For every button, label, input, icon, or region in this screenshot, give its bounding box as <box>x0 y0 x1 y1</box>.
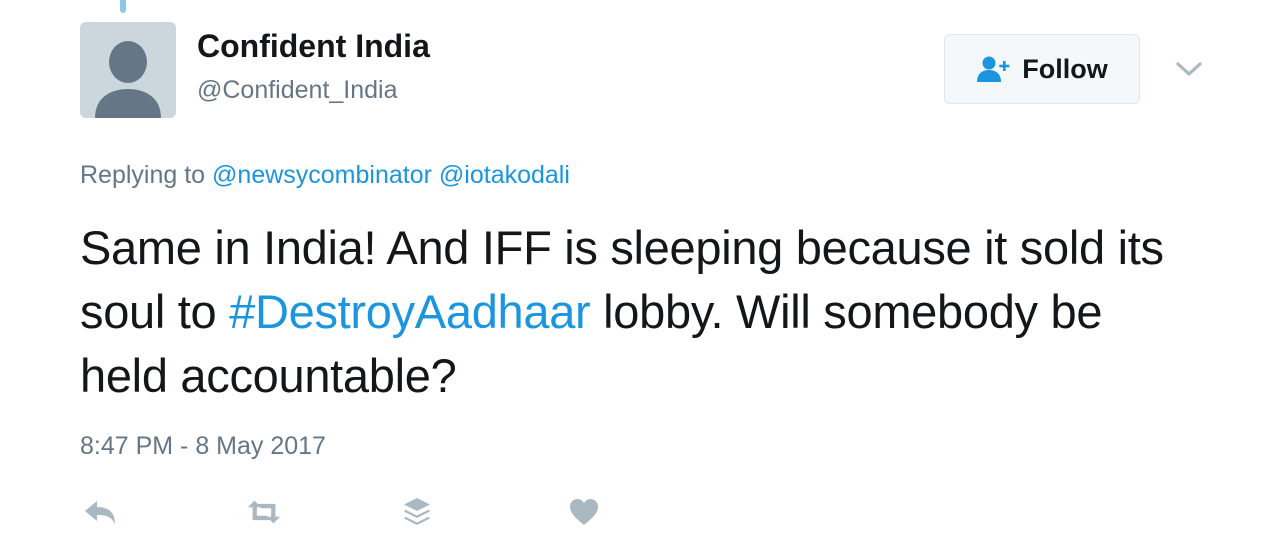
tweet-text: Same in India! And IFF is sleeping becau… <box>80 216 1200 408</box>
reply-button[interactable] <box>80 494 120 530</box>
hashtag-link[interactable]: #DestroyAadhaar <box>229 285 591 338</box>
author-screen-name[interactable]: @Confident_India <box>197 76 398 105</box>
chevron-down-icon <box>1176 62 1202 76</box>
add-user-icon <box>976 55 1012 83</box>
thread-connector-line <box>120 0 126 13</box>
author-display-name[interactable]: Confident India <box>197 28 430 65</box>
default-profile-silhouette-icon <box>80 22 176 118</box>
follow-button[interactable]: Follow <box>944 34 1140 104</box>
reply-context-prefix: Replying to <box>80 161 206 189</box>
buffer-button[interactable] <box>397 494 437 530</box>
retweet-icon <box>247 500 281 524</box>
mention-link[interactable]: @iotakodali <box>439 161 570 189</box>
reply-context: Replying to @newsycombinator @iotakodali <box>80 161 570 190</box>
like-button[interactable] <box>564 494 604 530</box>
follow-button-label: Follow <box>1022 53 1108 84</box>
reply-icon <box>85 501 115 524</box>
heart-icon <box>570 499 598 525</box>
avatar[interactable] <box>80 22 176 118</box>
layers-icon <box>404 498 430 525</box>
tweet-timestamp[interactable]: 8:47 PM - 8 May 2017 <box>80 432 326 461</box>
retweet-button[interactable] <box>244 494 284 530</box>
mention-link[interactable]: @newsycombinator <box>212 161 432 189</box>
more-options-button[interactable] <box>1172 55 1206 83</box>
